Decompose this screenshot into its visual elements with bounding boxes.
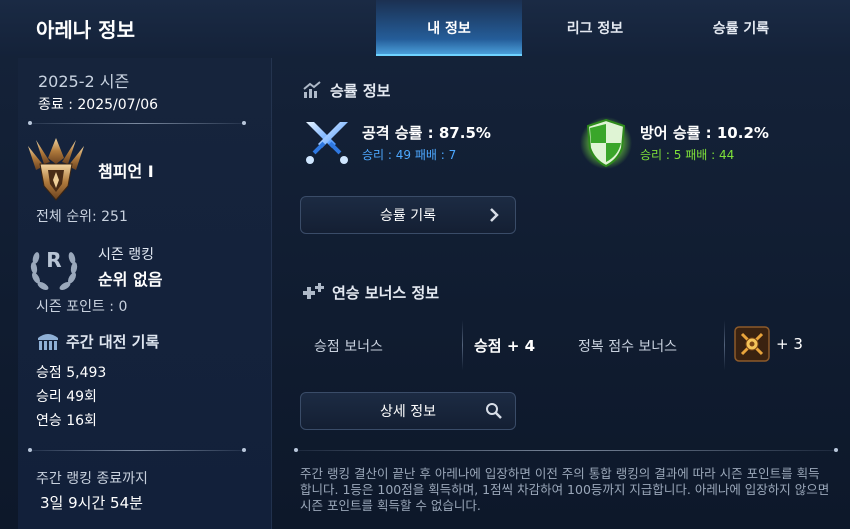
season-ranking-label: 시즌 랭킹 — [98, 247, 154, 263]
left-panel: 2025-2 시즌 종료 : 2025/07/06 챔피언 I 전체 순위: 2… — [18, 58, 272, 529]
tab-winrate-record[interactable]: 승률 기록 — [668, 0, 814, 56]
details-button[interactable]: 상세 정보 — [300, 392, 516, 430]
season-end-date: 종료 : 2025/07/06 — [38, 97, 159, 113]
overall-rank: 전체 순위: 251 — [36, 209, 128, 225]
weekly-points: 승점 5,493 — [36, 365, 107, 381]
divider — [28, 121, 246, 125]
season-ranking-letter: R — [46, 248, 62, 272]
winrate-section-title: 승률 정보 — [330, 82, 391, 100]
arena-info-window: 아레나 정보 내 정보 리그 정보 승률 기록 2025-2 시즌 종료 : 2… — [0, 0, 850, 529]
divider — [28, 448, 246, 452]
points-bonus-label: 승점 보너스 — [314, 339, 383, 355]
chevron-right-icon — [490, 208, 499, 222]
weekly-wins: 승리 49회 — [36, 389, 97, 405]
arena-colosseum-icon — [38, 334, 58, 350]
rank-name: 챔피언 I — [98, 162, 154, 181]
details-button-label: 상세 정보 — [380, 404, 436, 420]
window-title: 아레나 정보 — [36, 18, 135, 42]
weekly-win-streak: 연승 16회 — [36, 413, 97, 429]
attack-win-loss: 승리 : 49 패배 : 7 — [362, 148, 457, 162]
conquest-bonus-value: + 3 — [776, 335, 803, 353]
winrate-record-button-label: 승률 기록 — [380, 208, 436, 224]
plus-bonus-icon — [303, 283, 324, 299]
weekly-ranking-countdown: 3일 9시간 54분 — [40, 494, 143, 512]
divider — [462, 320, 463, 370]
attack-winrate: 공격 승률 : 87.5% — [362, 124, 491, 142]
champion-rank-emblem-icon — [28, 138, 84, 201]
chart-trend-icon — [303, 81, 321, 98]
defense-win-loss: 승리 : 5 패배 : 44 — [640, 148, 735, 162]
defense-winrate: 방어 승률 : 10.2% — [640, 124, 769, 142]
divider — [294, 448, 838, 452]
conquest-bonus-label: 정복 점수 보너스 — [578, 339, 678, 355]
streak-bonus-section-title: 연승 보너스 정보 — [332, 284, 440, 302]
tab-my-info[interactable]: 내 정보 — [376, 0, 522, 56]
weekly-record-title: 주간 대전 기록 — [66, 333, 160, 351]
defense-shield-icon — [580, 117, 632, 169]
magnifier-search-icon — [486, 403, 502, 419]
divider — [724, 320, 725, 370]
attack-swords-icon — [306, 122, 348, 164]
bonus-row: 승점 보너스 승점 + 4 정복 점수 보너스 + 3 — [300, 320, 820, 370]
season-label: 2025-2 시즌 — [38, 72, 130, 91]
tab-league-info[interactable]: 리그 정보 — [522, 0, 668, 56]
conquest-score-icon — [734, 326, 770, 362]
season-points: 시즌 포인트 : 0 — [36, 299, 128, 315]
season-points-notice: 주간 랭킹 결산이 끝난 후 아레나에 입장하면 이전 주의 통합 랭킹의 결과… — [300, 466, 830, 513]
points-bonus-value: 승점 + 4 — [474, 337, 536, 355]
winrate-record-button[interactable]: 승률 기록 — [300, 196, 516, 234]
season-ranking-value: 순위 없음 — [98, 270, 163, 289]
header-bar: 아레나 정보 내 정보 리그 정보 승률 기록 — [0, 0, 850, 56]
weekly-ranking-end-label: 주간 랭킹 종료까지 — [36, 471, 148, 487]
